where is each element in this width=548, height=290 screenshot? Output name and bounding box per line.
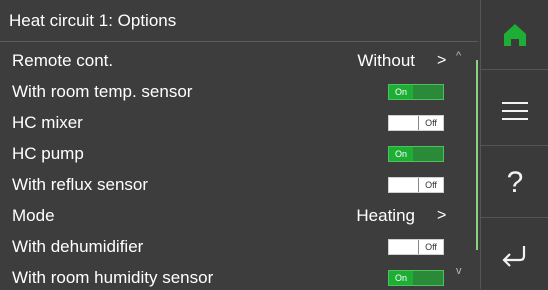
- toggle-track: [389, 178, 420, 192]
- room-humidity-sensor-toggle[interactable]: On: [388, 270, 444, 286]
- menu-button[interactable]: [481, 76, 548, 146]
- toggle-track: [389, 116, 420, 130]
- options-list: Remote cont. Without > With room temp. s…: [0, 45, 478, 289]
- chevron-right-icon: >: [437, 52, 447, 69]
- toggle-state: On: [389, 271, 413, 285]
- room-temp-sensor-toggle[interactable]: On: [388, 84, 444, 100]
- scroll-up-icon[interactable]: ^: [456, 50, 461, 62]
- reflux-sensor-toggle[interactable]: Off: [388, 177, 444, 193]
- toggle-state: Off: [418, 178, 443, 192]
- sidebar: ?: [480, 0, 548, 289]
- help-button[interactable]: ?: [481, 148, 548, 218]
- home-icon: [504, 23, 526, 46]
- list-item-remote-cont[interactable]: Remote cont. Without >: [0, 45, 478, 76]
- scroll-down-icon[interactable]: v: [456, 265, 462, 277]
- dehumidifier-toggle[interactable]: Off: [388, 239, 444, 255]
- row-label: HC mixer: [12, 113, 83, 132]
- list-item-reflux-sensor: With reflux sensor Off: [0, 169, 478, 200]
- page-title: Heat circuit 1: Options: [0, 0, 478, 42]
- row-label: With room temp. sensor: [12, 82, 193, 101]
- list-item-hc-pump: HC pump On: [0, 138, 478, 169]
- toggle-state: Off: [418, 240, 443, 254]
- list-item-room-temp-sensor: With room temp. sensor On: [0, 76, 478, 107]
- toggle-track: [389, 240, 420, 254]
- scrollbar[interactable]: [476, 60, 478, 250]
- toggle-track: [413, 271, 443, 285]
- options-screen: Heat circuit 1: Options Remote cont. Wit…: [0, 0, 478, 289]
- toggle-state: On: [389, 85, 413, 99]
- menu-icon: [502, 101, 528, 120]
- list-item-dehumidifier: With dehumidifier Off: [0, 231, 478, 262]
- toggle-track: [413, 85, 443, 99]
- back-button[interactable]: [481, 220, 548, 290]
- chevron-right-icon: >: [437, 207, 447, 224]
- list-item-room-humidity-sensor: With room humidity sensor On: [0, 262, 478, 289]
- row-label: Mode: [12, 206, 55, 225]
- hc-pump-toggle[interactable]: On: [388, 146, 444, 162]
- row-label: With dehumidifier: [12, 237, 144, 256]
- toggle-state: On: [389, 147, 413, 161]
- row-label: With reflux sensor: [12, 175, 149, 194]
- list-item-hc-mixer: HC mixer Off: [0, 107, 478, 138]
- row-label: Remote cont.: [12, 51, 114, 70]
- remote-cont-value: Without: [357, 51, 415, 70]
- mode-value: Heating: [356, 206, 415, 225]
- hc-mixer-toggle[interactable]: Off: [388, 115, 444, 131]
- home-button[interactable]: [481, 0, 548, 70]
- row-label: HC pump: [12, 144, 84, 163]
- toggle-track: [413, 147, 443, 161]
- back-icon: [502, 246, 526, 267]
- toggle-state: Off: [418, 116, 443, 130]
- row-label: With room humidity sensor: [12, 268, 214, 287]
- list-item-mode[interactable]: Mode Heating >: [0, 200, 478, 231]
- help-icon: ?: [506, 165, 524, 199]
